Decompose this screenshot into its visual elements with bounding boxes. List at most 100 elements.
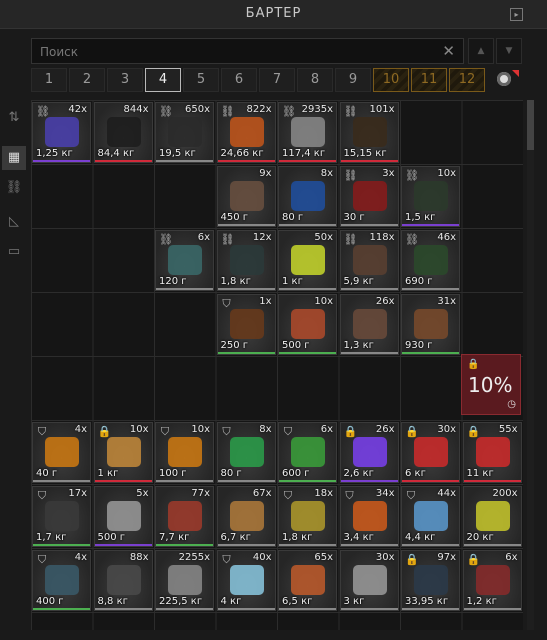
- filter-icon[interactable]: [497, 72, 511, 86]
- item-slot[interactable]: 🔒 10x 1 кг: [93, 422, 153, 483]
- item-quantity: 1x: [259, 296, 272, 307]
- item-slot[interactable]: 🔒 30x 6 кг: [401, 422, 460, 483]
- item-quantity: 97x: [437, 552, 456, 563]
- item-slot[interactable]: 65x 6,5 кг: [278, 550, 337, 611]
- clock-icon: ◷: [507, 399, 516, 410]
- item-slot[interactable]: ⛓ 46x 690 г: [401, 230, 460, 291]
- item-slot[interactable]: 67x 6,7 кг: [216, 486, 276, 547]
- item-slot[interactable]: 88x 8,8 кг: [93, 550, 153, 611]
- item-slot[interactable]: 31x 930 г: [401, 294, 460, 355]
- item-quantity: 5x: [136, 488, 149, 499]
- item-slot[interactable]: ⛉ 40x 4 кг: [216, 550, 276, 611]
- item-slot[interactable]: 8x 80 г: [278, 166, 337, 227]
- page-tab-5[interactable]: 5: [183, 68, 219, 92]
- item-slot[interactable]: 844x 84,4 кг: [93, 102, 153, 163]
- item-slot[interactable]: ⛓ 101x 15,15 кг: [339, 102, 399, 163]
- item-image: [475, 565, 510, 595]
- scroll-thumb[interactable]: [527, 100, 534, 150]
- item-weight: 930 г: [405, 340, 433, 351]
- item-image: [414, 437, 448, 467]
- page-tab-2[interactable]: 2: [69, 68, 105, 92]
- item-slot[interactable]: ⛓ 10x 1,5 кг: [401, 166, 460, 227]
- item-slot[interactable]: ⛓ 2935x 117,4 кг: [278, 102, 337, 163]
- scrollbar[interactable]: [527, 100, 534, 630]
- page-tab-4[interactable]: 4: [145, 68, 181, 92]
- item-slot[interactable]: 🔒 97x 33,95 кг: [401, 550, 460, 611]
- item-slot[interactable]: 30x 3 кг: [339, 550, 399, 611]
- item-slot[interactable]: 🔒 26x 2,6 кг: [339, 422, 399, 483]
- grid-view-icon[interactable]: ▦: [2, 146, 26, 170]
- item-slot[interactable]: ⛉ 1x 250 г: [216, 294, 276, 355]
- item-image: [352, 309, 387, 339]
- item-slot[interactable]: 200x 20 кг: [462, 486, 522, 547]
- archive-icon[interactable]: ▭: [2, 240, 26, 264]
- locked-slot[interactable]: 🔒 10% ◷: [461, 354, 521, 415]
- item-slot[interactable]: 🔒 6x 1,2 кг: [462, 550, 522, 611]
- item-slot[interactable]: ⛓ 12x 1,8 кг: [216, 230, 276, 291]
- item-quantity: 40x: [252, 552, 272, 563]
- item-slot[interactable]: ⛓ 42x 1,25 кг: [32, 102, 91, 163]
- item-slot[interactable]: ⛉ 8x 80 г: [216, 422, 276, 483]
- page-tab-8[interactable]: 8: [297, 68, 333, 92]
- page-tab-9[interactable]: 9: [335, 68, 371, 92]
- page-tab-1[interactable]: 1: [31, 68, 67, 92]
- link-icon: ⛓: [343, 169, 358, 182]
- item-slot[interactable]: 77x 7,7 кг: [155, 486, 214, 547]
- item-slot[interactable]: ⛓ 118x 5,9 кг: [339, 230, 399, 291]
- sort-down-icon[interactable]: ▼: [496, 38, 522, 64]
- item-slot[interactable]: ⛓ 6x 120 г: [155, 230, 214, 291]
- page-tab-11[interactable]: 11: [411, 68, 447, 92]
- item-quantity: 844x: [123, 104, 149, 115]
- item-quantity: 650x: [184, 104, 210, 115]
- page-tab-7[interactable]: 7: [259, 68, 295, 92]
- link-icon: ⛓: [159, 105, 173, 118]
- sort-up-icon[interactable]: ▲: [468, 38, 494, 64]
- search-input[interactable]: [38, 43, 422, 61]
- page-tab-6[interactable]: 6: [221, 68, 257, 92]
- item-slot[interactable]: ⛉ 10x 100 г: [155, 422, 214, 483]
- ruler-icon[interactable]: ◺: [2, 210, 26, 234]
- item-weight: 5,9 кг: [343, 276, 374, 287]
- link-icon[interactable]: ⛓: [2, 176, 26, 200]
- item-weight: 3,4 кг: [343, 532, 374, 543]
- item-weight: 500 г: [97, 532, 126, 543]
- item-slot[interactable]: ⛉ 44x 4,4 кг: [401, 486, 460, 547]
- page-tab-12[interactable]: 12: [449, 68, 485, 92]
- item-quantity: 822x: [246, 104, 272, 115]
- item-slot[interactable]: ⛓ 650x 19,5 кг: [155, 102, 214, 163]
- item-weight: 80 г: [282, 212, 304, 223]
- item-quantity: 42x: [68, 104, 87, 115]
- item-slot[interactable]: ⛉ 34x 3,4 кг: [339, 486, 399, 547]
- item-weight: 1,7 кг: [36, 532, 67, 543]
- link-icon: ⛓: [220, 105, 235, 118]
- item-slot[interactable]: 2255x 225,5 кг: [155, 550, 214, 611]
- item-weight: 4 кг: [220, 596, 242, 607]
- sort-icon[interactable]: ⇅: [2, 106, 26, 130]
- clear-icon[interactable]: ✕: [442, 42, 455, 60]
- page-tab-3[interactable]: 3: [107, 68, 143, 92]
- item-image: [291, 565, 325, 595]
- item-quantity: 26x: [375, 424, 395, 435]
- item-image: [168, 117, 202, 147]
- item-slot[interactable]: 🔒 55x 11 кг: [462, 422, 522, 483]
- item-slot[interactable]: 9x 450 г: [216, 166, 276, 227]
- item-slot[interactable]: 5x 500 г: [93, 486, 153, 547]
- page-tab-10[interactable]: 10: [373, 68, 409, 92]
- item-slot[interactable]: 50x 1 кг: [278, 230, 337, 291]
- item-image: [291, 245, 325, 275]
- item-slot[interactable]: ⛉ 18x 1,8 кг: [278, 486, 337, 547]
- item-slot[interactable]: ⛉ 17x 1,7 кг: [32, 486, 91, 547]
- item-slot[interactable]: ⛓ 822x 24,66 кг: [216, 102, 276, 163]
- item-slot[interactable]: ⛉ 4x 40 г: [32, 422, 91, 483]
- expand-icon[interactable]: ▸: [510, 8, 523, 21]
- item-slot[interactable]: ⛓ 3x 30 г: [339, 166, 399, 227]
- item-weight: 20 кг: [466, 532, 494, 543]
- title-bar: БАРТЕР ▸: [0, 0, 547, 29]
- shield-icon: ⛉: [37, 489, 47, 502]
- item-slot[interactable]: ⛉ 6x 600 г: [278, 422, 337, 483]
- item-slot[interactable]: 26x 1,3 кг: [339, 294, 399, 355]
- item-slot[interactable]: ⛉ 4x 400 г: [32, 550, 91, 611]
- shield-icon: ⛉: [222, 553, 231, 566]
- item-slot[interactable]: 10x 500 г: [278, 294, 337, 355]
- shield-icon: ⛉: [160, 425, 170, 438]
